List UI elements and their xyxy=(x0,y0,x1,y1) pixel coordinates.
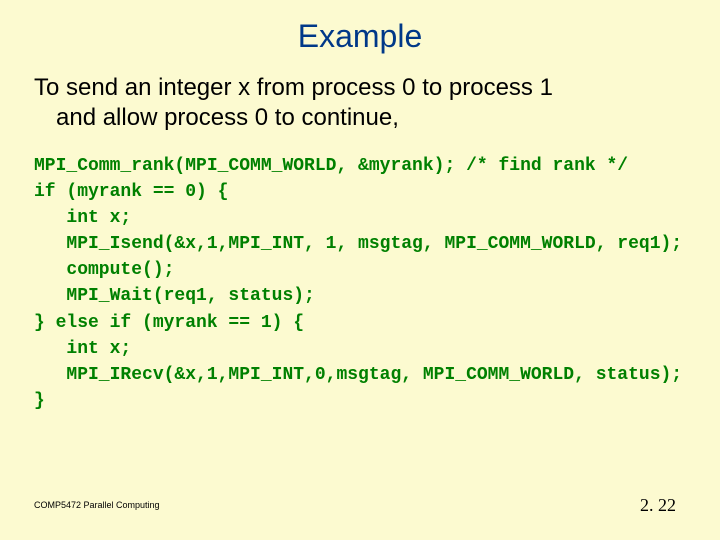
description-line-1: To send an integer x from process 0 to p… xyxy=(34,74,553,101)
slide: Example To send an integer x from proces… xyxy=(0,0,720,540)
footer-course: COMP5472 Parallel Computing xyxy=(34,500,160,510)
code-block: MPI_Comm_rank(MPI_COMM_WORLD, &myrank); … xyxy=(34,153,686,414)
footer-pagenum: 2. 22 xyxy=(640,495,676,516)
slide-title: Example xyxy=(34,18,686,55)
description-line-2: and allow process 0 to continue, xyxy=(34,103,686,133)
description: To send an integer x from process 0 to p… xyxy=(34,73,686,133)
